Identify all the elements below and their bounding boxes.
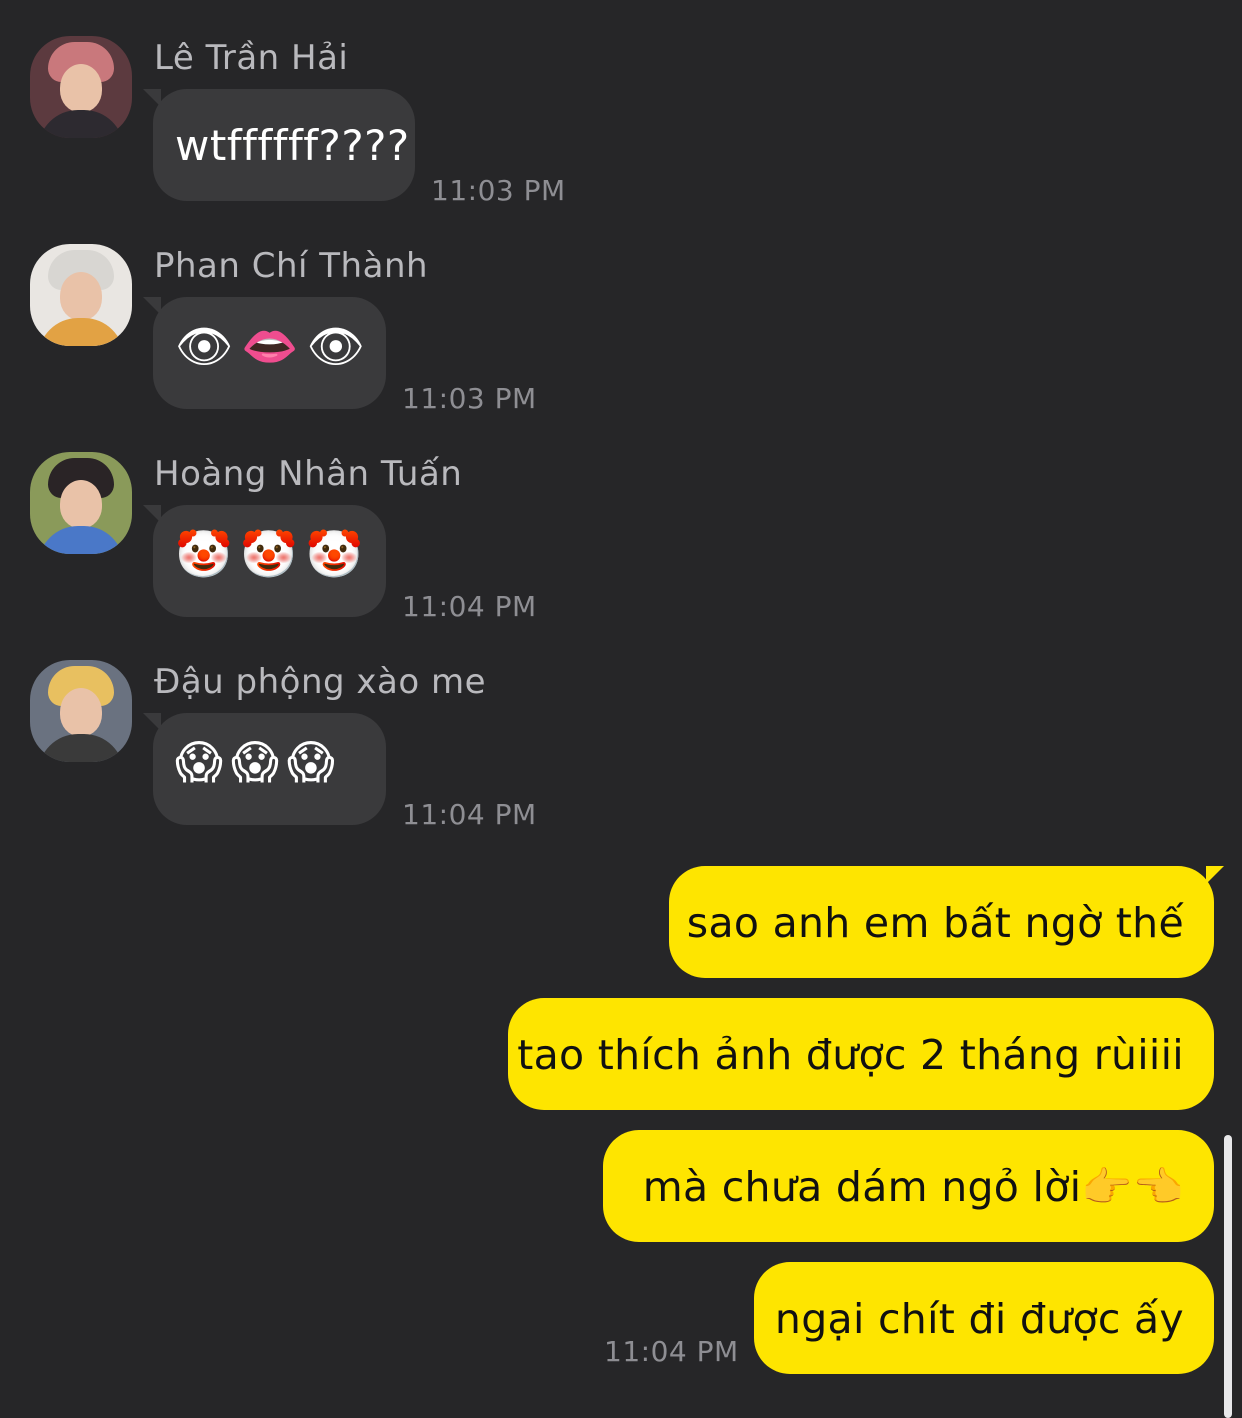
message-emoji: 👁👄👁 [175,319,374,373]
message-text: tao thích ảnh được 2 tháng rùiiii [517,1031,1184,1079]
message-text: mà chưa dám ngỏ lời👉👈 [642,1163,1184,1211]
my-message-bubble[interactable]: tao thích ảnh được 2 tháng rùiiii [508,998,1214,1110]
message-emoji: 😱😱😱 [175,735,343,789]
my-message-bubble[interactable]: mà chưa dám ngỏ lời👉👈 [603,1130,1214,1242]
message-text: ngại chít đi được ấy [774,1295,1184,1343]
message-text: wtffffff???? [175,121,410,170]
my-message-bubble[interactable]: ngại chít đi được ấy [754,1262,1214,1374]
sender-name: Lê Trần Hải [154,38,349,78]
message-bubble[interactable]: 🤡🤡🤡 [143,505,386,617]
sender-name: Đậu phộng xào me [154,662,487,702]
avatar[interactable] [30,244,132,346]
message-text: sao anh em bất ngờ thế [686,899,1184,947]
message-bubble[interactable]: 😱😱😱 [143,713,386,825]
sender-name: Phan Chí Thành [154,246,429,286]
avatar[interactable] [30,452,132,554]
message-timestamp: 11:04 PM [604,1335,739,1368]
sender-name: Hoàng Nhân Tuấn [154,454,463,494]
message-bubble[interactable]: 👁👄👁 [143,297,386,409]
message-timestamp: 11:04 PM [402,590,537,623]
message-emoji: 🤡🤡🤡 [175,527,371,581]
avatar[interactable] [30,660,132,762]
message-timestamp: 11:03 PM [402,382,537,415]
avatar[interactable] [30,36,132,138]
message-timestamp: 11:03 PM [431,174,566,207]
chat-thread[interactable]: Lê Trần Hải wtffffff???? 11:03 PM Phan C… [0,0,1242,1418]
my-message-bubble[interactable]: sao anh em bất ngờ thế [669,866,1224,978]
scrollbar[interactable] [1224,1135,1232,1418]
message-bubble[interactable]: wtffffff???? [143,89,415,201]
message-timestamp: 11:04 PM [402,798,537,831]
